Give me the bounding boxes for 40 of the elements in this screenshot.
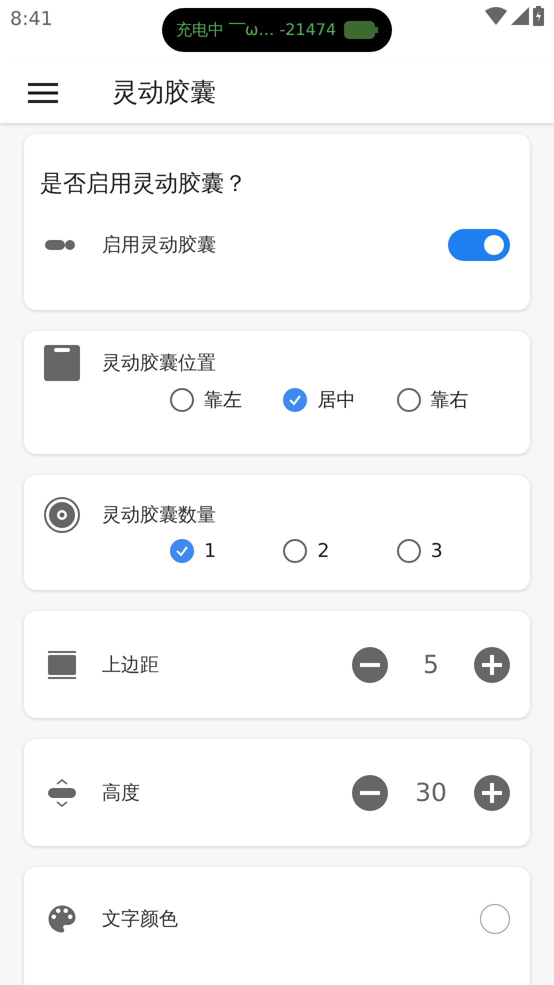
battery-charging-icon <box>533 6 544 26</box>
menu-icon[interactable] <box>28 82 58 102</box>
toggle-switch[interactable] <box>448 229 510 261</box>
camera-lens-icon <box>44 497 80 533</box>
setting-label: 上边距 <box>102 652 160 678</box>
radio-option[interactable]: 3 <box>396 539 510 563</box>
color-swatch[interactable] <box>480 904 510 934</box>
plus-icon <box>482 654 502 674</box>
setting-label: 启用灵动胶囊 <box>102 233 216 258</box>
setting-label: 文字颜色 <box>102 907 178 932</box>
stepper-value: 30 <box>414 778 448 807</box>
radio-option[interactable]: 1 <box>170 539 284 563</box>
increase-button[interactable] <box>474 646 510 682</box>
check-icon <box>288 393 302 407</box>
radio-option[interactable]: 靠右 <box>396 387 510 413</box>
stepper-value: 5 <box>422 650 440 679</box>
radio-option[interactable]: 居中 <box>283 387 397 413</box>
decrease-button[interactable] <box>352 774 388 810</box>
card-title: 是否启用灵动胶囊？ <box>40 170 248 199</box>
status-time: 8:41 <box>10 8 53 30</box>
setting-label: 灵动胶囊数量 <box>102 503 216 528</box>
top-margin-icon <box>48 650 76 678</box>
phone-notch-icon <box>44 345 80 381</box>
battery-icon <box>344 21 378 39</box>
decrease-button[interactable] <box>352 646 388 682</box>
setting-label: 灵动胶囊位置 <box>102 351 216 376</box>
setting-label: 高度 <box>102 780 141 806</box>
minus-icon <box>360 662 380 666</box>
increase-button[interactable] <box>474 774 510 810</box>
island-text: 充电中 ‾‾ω… -21474 <box>176 20 336 40</box>
radio-option[interactable]: 2 <box>283 539 397 563</box>
height-adjust-icon <box>48 778 76 806</box>
signal-icon <box>511 7 529 25</box>
radio-option[interactable]: 靠左 <box>170 387 284 413</box>
toolbar-title: 灵动胶囊 <box>112 77 216 110</box>
minus-icon <box>360 790 380 794</box>
check-icon <box>175 544 189 558</box>
capsule-icon <box>45 238 75 252</box>
plus-icon <box>482 782 502 802</box>
wifi-icon <box>485 7 507 25</box>
